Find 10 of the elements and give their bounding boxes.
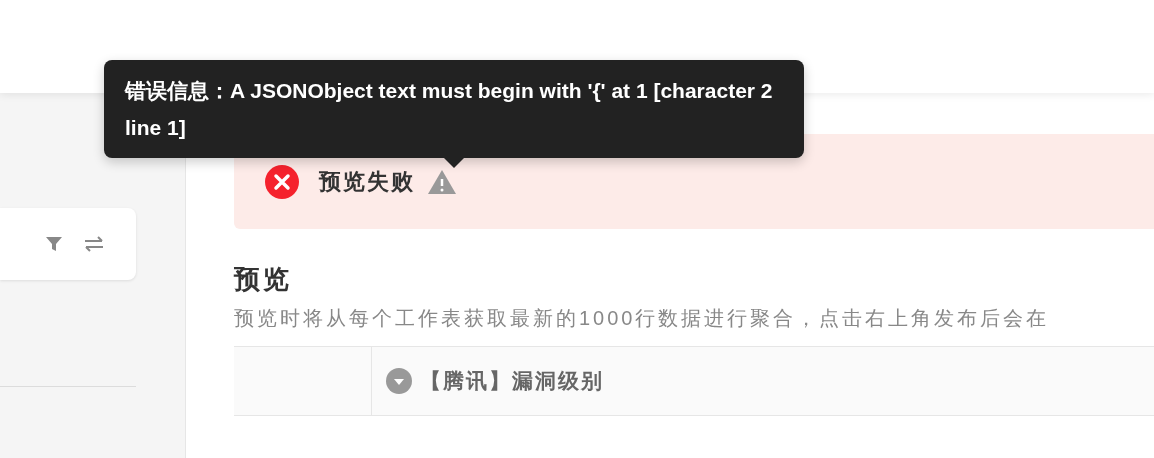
dropdown-icon[interactable] <box>386 368 412 394</box>
section-title: 预览 <box>234 263 293 296</box>
section-description: 预览时将从每个工作表获取最新的1000行数据进行聚合，点击右上角发布后会在 <box>234 306 1051 331</box>
filter-icon[interactable] <box>44 234 64 254</box>
tooltip-text: 错误信息：A JSONObject text must begin with '{' at 1 [character 2 line 1] <box>125 78 774 141</box>
alert-message: 预览失败 <box>319 168 415 196</box>
error-icon <box>265 164 299 199</box>
column-header: 【腾讯】漏洞级别 <box>420 368 604 395</box>
swap-icon[interactable] <box>82 234 106 254</box>
warning-icon[interactable] <box>427 168 457 195</box>
